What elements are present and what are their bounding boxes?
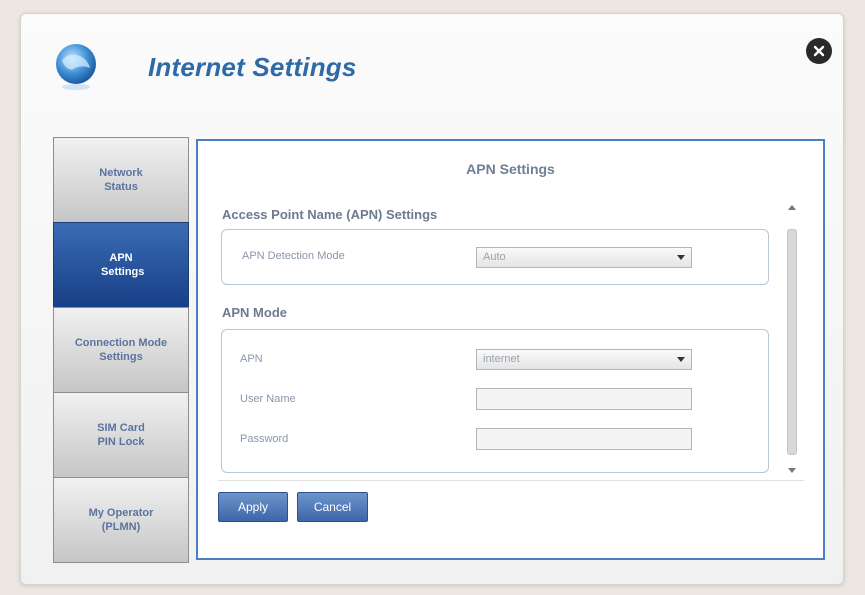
apn-label: APN	[240, 353, 263, 365]
apn-settings-panel: APN Settings Access Point Name (APN) Set…	[196, 139, 825, 560]
window-title: Internet Settings	[148, 52, 357, 82]
username-label: User Name	[240, 393, 296, 405]
sidebar-item-network-status[interactable]: Network Status	[53, 137, 189, 223]
apn-detection-group: APN Detection Mode Auto	[221, 229, 769, 285]
apn-section-title: Access Point Name (APN) Settings	[222, 207, 438, 222]
sidebar-item-label: Connection Mode Settings	[74, 337, 168, 363]
sidebar-item-label: APN Settings	[101, 252, 145, 278]
scroll-up-icon[interactable]	[788, 205, 796, 210]
apn-select[interactable]: internet	[476, 349, 692, 370]
apn-detection-mode-label: APN Detection Mode	[242, 250, 345, 262]
apply-button[interactable]: Apply	[218, 492, 288, 522]
scroll-thumb[interactable]	[787, 229, 797, 455]
username-input[interactable]	[476, 388, 692, 410]
chevron-down-icon	[677, 255, 685, 260]
sidebar-item-label: SIM Card PIN Lock	[97, 422, 145, 448]
apn-detection-mode-select[interactable]: Auto	[476, 247, 692, 268]
apn-mode-title: APN Mode	[222, 305, 287, 320]
chevron-down-icon	[677, 357, 685, 362]
panel-title: APN Settings	[466, 161, 555, 177]
close-icon	[813, 45, 825, 57]
cancel-button[interactable]: Cancel	[297, 492, 368, 522]
globe-icon	[56, 44, 96, 90]
sidebar-item-apn-settings[interactable]: APN Settings	[53, 222, 189, 308]
sidebar-item-label: My Operator (PLMN)	[88, 507, 154, 533]
sidebar: Network Status APN Settings Connection M…	[53, 137, 189, 563]
sidebar-item-label: Network Status	[99, 167, 143, 193]
sidebar-item-my-operator[interactable]: My Operator (PLMN)	[53, 477, 189, 563]
scroll-down-icon[interactable]	[788, 468, 796, 473]
apn-mode-group: APN internet User Name Password	[221, 329, 769, 473]
apn-detection-mode-value: Auto	[483, 251, 506, 263]
close-button[interactable]	[806, 38, 832, 64]
password-input[interactable]	[476, 428, 692, 450]
password-label: Password	[240, 433, 289, 445]
scrollbar[interactable]	[785, 203, 799, 473]
sidebar-item-sim-card-pin-lock[interactable]: SIM Card PIN Lock	[53, 392, 189, 478]
apn-value: internet	[483, 353, 520, 365]
divider	[218, 480, 804, 481]
sidebar-item-connection-mode-settings[interactable]: Connection Mode Settings	[53, 307, 189, 393]
